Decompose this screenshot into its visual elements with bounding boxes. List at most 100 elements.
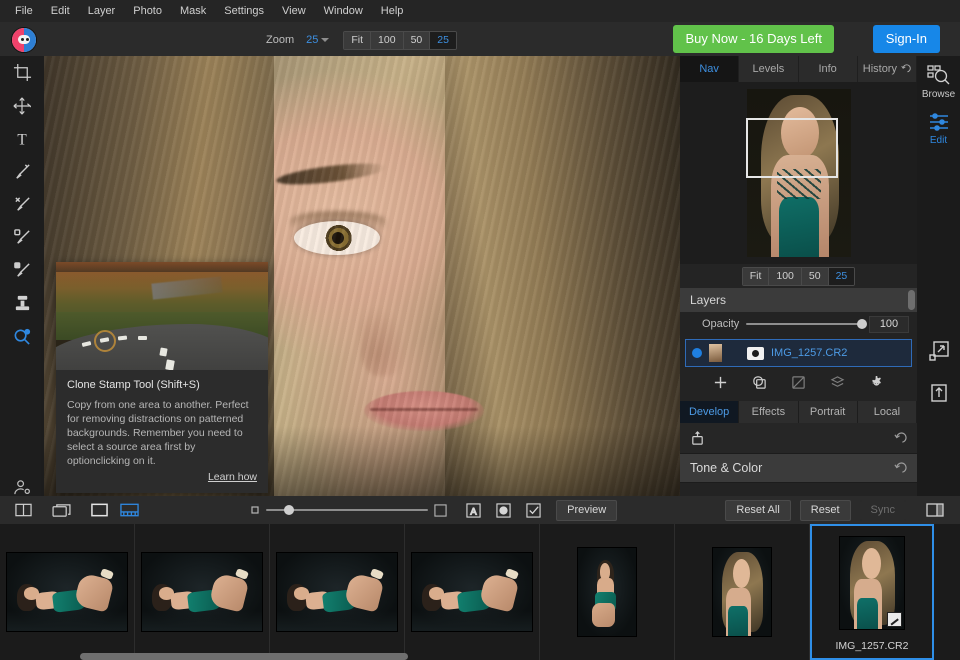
eraser-brush-tool[interactable] (0, 188, 44, 221)
menu-item-help[interactable]: Help (372, 3, 413, 19)
nav-zoom-100[interactable]: 100 (769, 268, 802, 285)
option-bar: A Preview Reset All Reset Sync (0, 496, 960, 524)
blur-brush-tool[interactable] (0, 221, 44, 254)
menu-item-window[interactable]: Window (315, 3, 372, 19)
sync-button: Sync (860, 500, 906, 521)
layers-scrollbar[interactable] (908, 290, 915, 310)
move-tool[interactable] (0, 89, 44, 122)
reset-icon (894, 432, 907, 445)
tooltip-learn-how-link[interactable]: Learn how (67, 471, 257, 483)
single-view-icon[interactable] (86, 499, 112, 521)
merge-layer-icon (830, 375, 845, 390)
menu-item-settings[interactable]: Settings (215, 3, 273, 19)
expand-panel-button[interactable] (917, 330, 960, 372)
menu-item-mask[interactable]: Mask (171, 3, 215, 19)
menu-item-photo[interactable]: Photo (124, 3, 171, 19)
thumbnail (839, 536, 905, 630)
chevron-down-icon[interactable] (321, 38, 329, 42)
mask-layer-icon (791, 375, 806, 390)
panel-toggle-icon[interactable] (922, 499, 948, 521)
filmstrip[interactable]: IMG_1257.CR2 (0, 524, 960, 660)
expand-icon (929, 341, 949, 361)
tooltip-title: Clone Stamp Tool (Shift+S) (67, 379, 257, 391)
nav-zoom-25[interactable]: 25 (829, 268, 855, 285)
reset-button[interactable]: Reset (800, 500, 851, 521)
tab-portrait[interactable]: Portrait (799, 401, 858, 423)
reset-all-button[interactable]: Reset All (725, 500, 790, 521)
opacity-slider[interactable] (746, 323, 862, 325)
annotation-toggle-icon[interactable]: A (460, 499, 486, 521)
navigator-viewport-rect[interactable] (746, 118, 838, 178)
nav-zoom-50[interactable]: 50 (802, 268, 829, 285)
clone-stamp-tool[interactable] (0, 287, 44, 320)
sign-in-button[interactable]: Sign-In (873, 25, 940, 53)
layer-name: IMG_1257.CR2 (771, 347, 847, 359)
share-export-button[interactable] (917, 372, 960, 414)
window-view-icon[interactable] (48, 499, 74, 521)
zoom-controls: Zoom 25 Fit 100 50 25 (266, 31, 457, 49)
list-item[interactable] (405, 524, 540, 660)
zoom-preset-25[interactable]: 25 (430, 32, 456, 49)
split-view-icon[interactable] (10, 499, 36, 521)
zoom-preset-50[interactable]: 50 (404, 32, 431, 49)
layer-row[interactable]: IMG_1257.CR2 (685, 339, 912, 367)
tooltip-illustration (56, 262, 268, 370)
tone-color-section[interactable]: Tone & Color (680, 454, 917, 483)
list-item-selected[interactable]: IMG_1257.CR2 (810, 524, 934, 660)
tab-levels[interactable]: Levels (739, 56, 798, 82)
develop-tab-bar: Develop Effects Portrait Local (680, 401, 917, 423)
edit-mode-button[interactable]: Edit (917, 104, 960, 150)
buy-now-button[interactable]: Buy Now - 16 Days Left (673, 25, 834, 53)
add-layer-icon (713, 375, 728, 390)
brush-tool[interactable] (0, 155, 44, 188)
tool-tooltip: Clone Stamp Tool (Shift+S) Copy from one… (56, 262, 268, 493)
mask-toggle-icon[interactable] (490, 499, 516, 521)
tab-develop[interactable]: Develop (680, 401, 739, 423)
menu-item-view[interactable]: View (273, 3, 315, 19)
list-item[interactable] (0, 524, 135, 660)
list-item[interactable] (540, 524, 675, 660)
presets-row (680, 423, 917, 454)
tab-history-label: History (863, 63, 897, 75)
zoom-label: Zoom (266, 34, 294, 46)
text-tool[interactable]: T (0, 122, 44, 155)
dodge-brush-tool[interactable] (0, 254, 44, 287)
filmstrip-scrollbar[interactable] (80, 653, 408, 660)
tab-history[interactable]: History (858, 56, 917, 82)
share-icon (929, 383, 949, 403)
browse-icon (927, 64, 951, 86)
blemish-remover-tool[interactable] (0, 320, 44, 353)
menu-item-file[interactable]: File (6, 3, 42, 19)
layer-settings-icon (869, 375, 884, 390)
tab-local[interactable]: Local (858, 401, 917, 423)
thumbnail (577, 547, 637, 637)
tab-nav[interactable]: Nav (680, 56, 739, 82)
layer-visibility-icon[interactable] (692, 348, 702, 358)
menu-bar: File Edit Layer Photo Mask Settings View… (0, 0, 960, 22)
checked-toggle-icon[interactable] (520, 499, 546, 521)
list-item[interactable] (135, 524, 270, 660)
svg-text:A: A (470, 506, 477, 516)
zoom-preset-fit[interactable]: Fit (344, 32, 371, 49)
nav-zoom-fit[interactable]: Fit (743, 268, 770, 285)
browse-mode-button[interactable]: Browse (917, 56, 960, 104)
zoom-preset-100[interactable]: 100 (371, 32, 404, 49)
canvas-size-slider-knob[interactable] (284, 505, 294, 515)
filmstrip-view-icon[interactable] (116, 499, 142, 521)
preview-button[interactable]: Preview (556, 500, 617, 521)
zoom-value[interactable]: 25 (306, 34, 318, 46)
canvas-size-slider[interactable] (266, 509, 428, 511)
list-item[interactable] (675, 524, 810, 660)
duplicate-layer-icon (752, 375, 767, 390)
browse-label: Browse (922, 89, 955, 100)
toolbar-spacer (0, 353, 44, 471)
list-item[interactable] (270, 524, 405, 660)
crop-tool[interactable] (0, 56, 44, 89)
opacity-value[interactable]: 100 (869, 316, 909, 333)
menu-item-layer[interactable]: Layer (79, 3, 125, 19)
tab-effects[interactable]: Effects (739, 401, 798, 423)
opacity-slider-knob[interactable] (857, 319, 867, 329)
tab-info[interactable]: Info (799, 56, 858, 82)
thumbnail-filename: IMG_1257.CR2 (812, 640, 932, 652)
menu-item-edit[interactable]: Edit (42, 3, 79, 19)
